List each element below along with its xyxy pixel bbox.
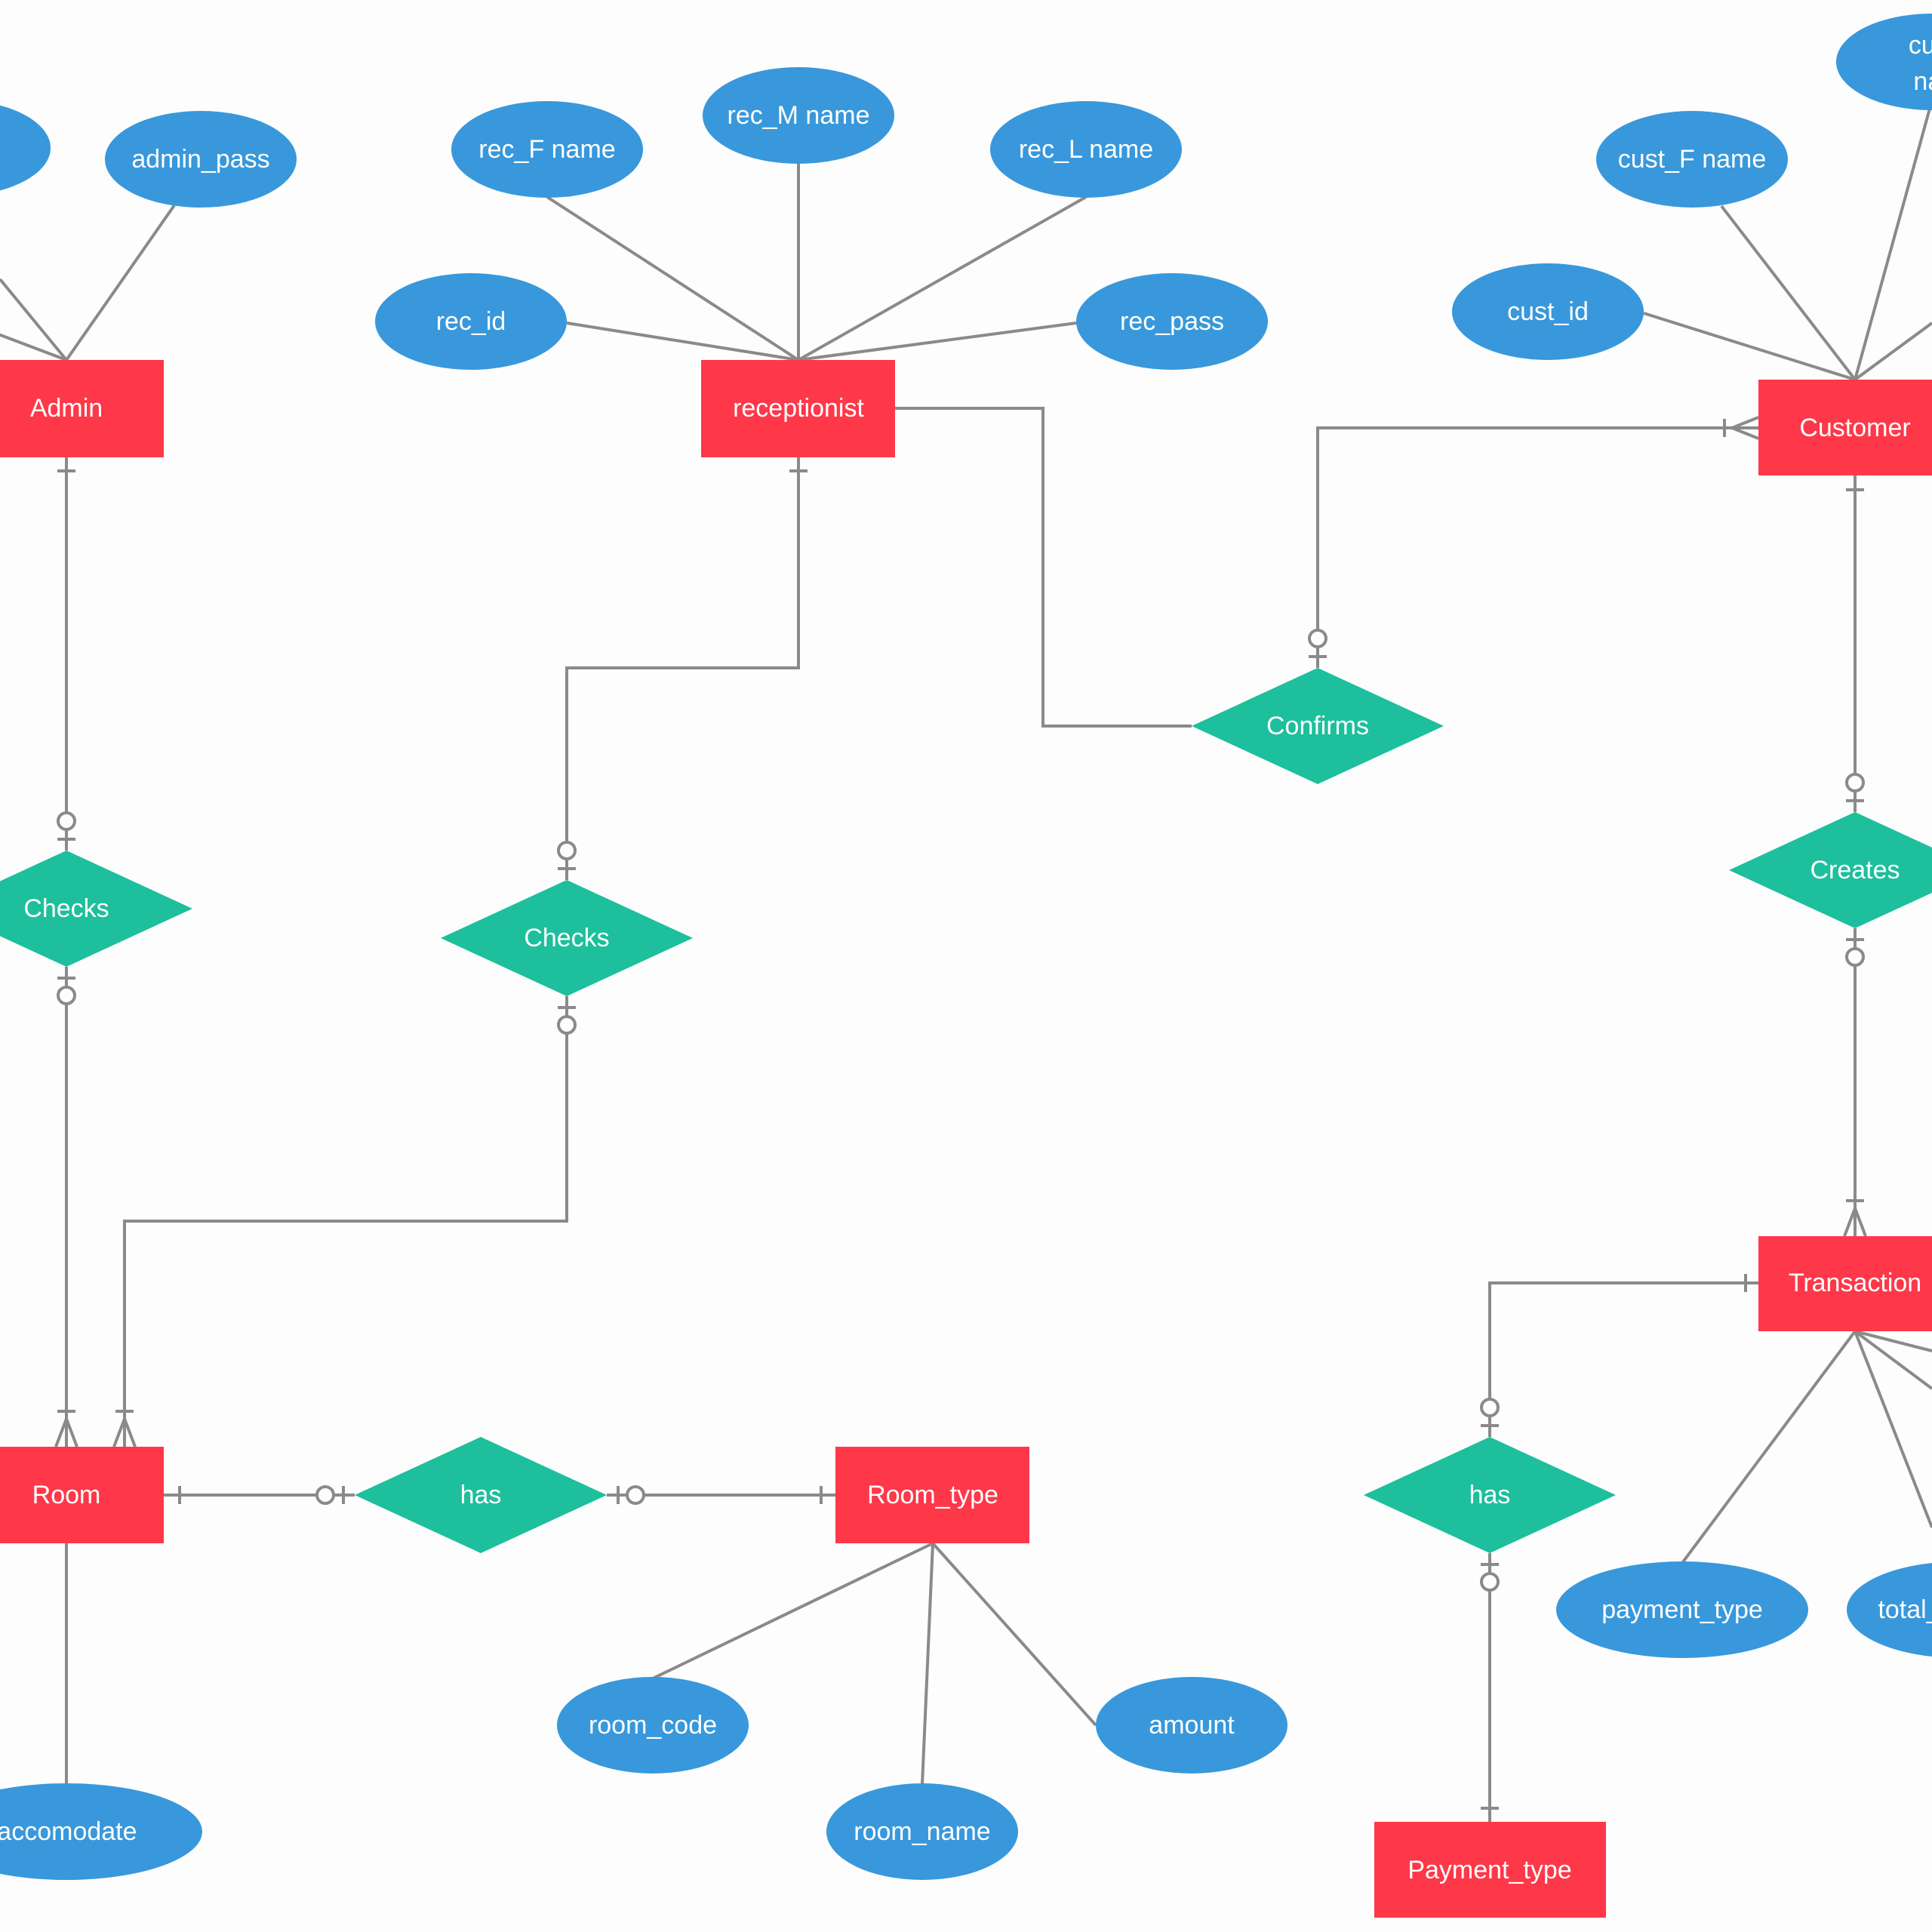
attribute-amount[interactable]: amount: [1096, 1677, 1287, 1774]
attribute-cust-f-name[interactable]: cust_F name: [1596, 111, 1788, 208]
relationship-label: Checks: [524, 924, 609, 952]
attr-link-cust-f-name: [1720, 205, 1857, 381]
attribute-accomodate[interactable]: o_accomodate: [0, 1783, 202, 1880]
entity-receptionist[interactable]: receptionist: [701, 360, 895, 457]
entity-transaction[interactable]: Transaction: [1758, 1236, 1932, 1331]
attribute-label-line2: nar: [1913, 67, 1932, 96]
zero-mark-icon: [57, 986, 76, 1005]
attribute-label: rec_pass: [1120, 307, 1224, 336]
attribute-label: room_code: [589, 1711, 717, 1740]
entity-customer[interactable]: Customer: [1758, 380, 1932, 475]
zero-mark-icon: [57, 811, 76, 831]
attribute-label: cust: [1909, 31, 1932, 60]
relationships: Checks Checks Confirms Creates has has: [0, 668, 1932, 1553]
attribute-room-code[interactable]: room_code: [557, 1677, 749, 1774]
attribute-rec-id[interactable]: rec_id: [375, 273, 567, 370]
entity-label: receptionist: [733, 394, 864, 423]
entities: Admin receptionist Customer Transaction …: [0, 360, 1932, 1918]
relationship-label: has: [1469, 1481, 1511, 1509]
attribute-rec-l-name[interactable]: rec_L name: [990, 101, 1182, 198]
relationship-label: Confirms: [1266, 712, 1369, 740]
relationship-creates[interactable]: Creates: [1729, 812, 1932, 928]
attr-link-room-name: [921, 1543, 934, 1785]
attribute-label: room_name: [854, 1817, 990, 1846]
attribute-rec-m-name[interactable]: rec_M name: [703, 67, 894, 164]
attr-link-cust-right: [1854, 321, 1932, 381]
link-rec-confirms: [895, 407, 1192, 728]
entity-room-type[interactable]: Room_type: [835, 1447, 1029, 1543]
attribute-cust-name[interactable]: cust nar: [1836, 14, 1932, 110]
attr-link-rec-l-name: [798, 195, 1087, 361]
relationship-room-has[interactable]: has: [355, 1437, 607, 1553]
zero-mark-icon: [1480, 1398, 1500, 1417]
entity-label: Customer: [1799, 414, 1910, 442]
link-checks2-room: [123, 996, 568, 1447]
zero-mark-icon: [626, 1485, 645, 1505]
entity-label: Room_type: [867, 1481, 998, 1509]
zero-mark-icon: [557, 1015, 577, 1035]
relationship-txn-has[interactable]: has: [1364, 1437, 1616, 1553]
zero-mark-icon: [315, 1485, 335, 1505]
attribute-cust-id[interactable]: cust_id: [1452, 263, 1644, 360]
relationship-rec-checks[interactable]: Checks: [441, 880, 693, 996]
link-transaction-has: [1488, 1281, 1758, 1437]
attribute-rec-pass[interactable]: rec_pass: [1076, 273, 1268, 370]
relationship-label: Creates: [1810, 856, 1900, 884]
attribute-admin-pass[interactable]: admin_pass: [105, 111, 297, 208]
attribute-label: amount: [1149, 1711, 1235, 1740]
link-rec-checks: [565, 457, 800, 880]
entity-room[interactable]: Room: [0, 1447, 164, 1543]
attribute-label: o_accomodate: [0, 1817, 137, 1846]
zero-mark-icon: [1308, 629, 1327, 648]
entity-admin[interactable]: Admin: [0, 360, 164, 457]
attr-link-payment-type: [1681, 1330, 1857, 1564]
attribute-label: rec_id: [436, 307, 506, 336]
entity-label: Admin: [30, 394, 103, 423]
attribute-label: total_: [1878, 1595, 1932, 1624]
attribute-payment-type[interactable]: payment_type: [1556, 1561, 1808, 1658]
relationship-label: has: [460, 1481, 502, 1509]
attribute-rec-f-name[interactable]: rec_F name: [451, 101, 643, 198]
attribute-room-name[interactable]: room_name: [826, 1783, 1018, 1880]
entity-label: Transaction: [1789, 1269, 1921, 1297]
attribute-label: cust_F name: [1618, 145, 1767, 174]
attr-link-admin-pass: [65, 204, 176, 361]
attr-link-amount: [931, 1542, 1097, 1727]
attribute-label: rec_M name: [728, 101, 870, 130]
attr-link-rec-pass: [798, 321, 1077, 361]
attr-link-rec-id: [566, 321, 799, 361]
attribute-label: rec_F name: [478, 135, 615, 164]
attribute-label: admin_pass: [131, 145, 269, 174]
attribute-admin-left[interactable]: [0, 100, 51, 196]
entity-label: Room: [32, 1481, 101, 1509]
attribute-total[interactable]: total_: [1847, 1561, 1932, 1658]
attr-link-cust-id: [1643, 312, 1856, 381]
er-diagram-canvas: admin_pass rec_id rec_F name rec_M name …: [0, 14, 1932, 1918]
entity-label: Payment_type: [1407, 1856, 1571, 1884]
link-confirms-customer: [1316, 426, 1758, 668]
attributes: admin_pass rec_id rec_F name rec_M name …: [0, 14, 1932, 1880]
attr-link-rec-f-name: [546, 195, 800, 361]
attribute-label: rec_L name: [1019, 135, 1153, 164]
relationship-confirms[interactable]: Confirms: [1192, 668, 1444, 784]
attribute-label: payment_type: [1601, 1595, 1763, 1624]
zero-mark-icon: [1845, 773, 1865, 792]
zero-mark-icon: [1480, 1572, 1500, 1592]
zero-mark-icon: [1845, 947, 1865, 967]
attribute-label: cust_id: [1507, 297, 1589, 326]
relationship-label: Checks: [23, 894, 109, 923]
attr-link-cust-name: [1854, 100, 1932, 380]
attr-link-room-code: [652, 1542, 934, 1680]
zero-mark-icon: [557, 841, 577, 860]
relationship-admin-checks[interactable]: Checks: [0, 851, 192, 967]
entity-payment-type[interactable]: Payment_type: [1374, 1822, 1606, 1918]
